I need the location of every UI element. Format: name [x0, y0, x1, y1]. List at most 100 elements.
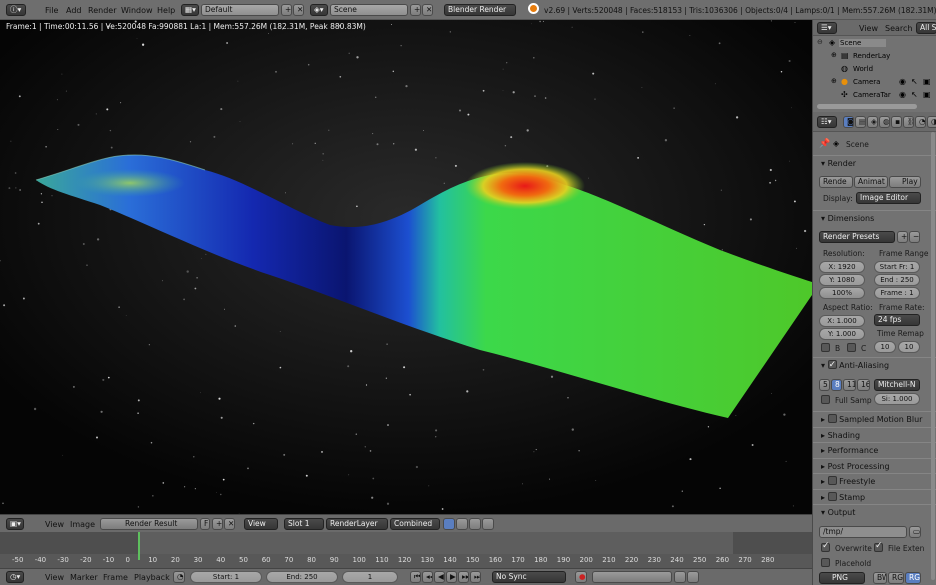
stamp-checkbox[interactable]	[827, 492, 837, 501]
add-screen-button[interactable]: +	[281, 4, 292, 16]
jump-end-button[interactable]: ⏭	[470, 571, 481, 583]
aa-filter-dropdown[interactable]: Mitchell-N	[874, 379, 920, 391]
scene-select[interactable]: Scene	[330, 4, 408, 16]
preview-range-icon[interactable]: ◔	[173, 571, 185, 583]
current-frame-field[interactable]: 1	[342, 571, 398, 583]
color-mode-rgb[interactable]: RGB	[888, 572, 904, 584]
curves-icon[interactable]	[482, 518, 494, 530]
aspect-y-field[interactable]: Y: 1.000	[819, 328, 865, 340]
timeline-view-menu[interactable]: View	[45, 573, 64, 582]
outliner-search-menu[interactable]: Search	[885, 24, 912, 33]
delete-keyframe-button[interactable]	[687, 571, 699, 583]
full-sample-checkbox[interactable]	[821, 395, 830, 404]
fake-user-button[interactable]: F	[200, 518, 210, 530]
marker-menu[interactable]: Marker	[70, 573, 98, 582]
frame-end-field[interactable]: End : 250	[874, 274, 920, 286]
anti-aliasing-panel-header[interactable]: ▾ Anti-Aliasing	[813, 357, 936, 373]
editor-type-outliner-icon[interactable]: ☰▾	[817, 22, 837, 34]
timeline[interactable]: -50 -40 -30 -20 -10 0 10 20 30 40 50 60 70 80 90 100 110…	[0, 532, 812, 568]
slot-dropdown[interactable]: Slot 1	[284, 518, 324, 530]
screen-layout-select[interactable]: Default	[201, 4, 279, 16]
editor-type-image-icon[interactable]: ▣▾	[6, 518, 24, 530]
record-button[interactable]: ●	[575, 571, 587, 583]
freestyle-checkbox[interactable]	[827, 476, 837, 485]
render-pass-dropdown[interactable]: Combined	[390, 518, 440, 530]
border-checkbox[interactable]	[821, 343, 830, 352]
add-preset-button[interactable]: +	[897, 231, 908, 243]
outliner-item-world[interactable]: ◍ World	[813, 64, 936, 76]
editor-type-info[interactable]: ⓘ▾	[6, 4, 26, 16]
jump-start-button[interactable]: ⏮	[410, 571, 421, 583]
tab-data-icon[interactable]: ◔	[915, 116, 926, 128]
scene-icon[interactable]: ◈▾	[310, 4, 328, 16]
tab-object-icon[interactable]: ▪	[891, 116, 902, 128]
file-extensions-checkbox[interactable]	[874, 541, 883, 552]
performance-panel-header[interactable]: ▸ Performance	[813, 442, 936, 457]
aa-samples-11[interactable]: 11	[843, 379, 856, 391]
overwrite-checkbox[interactable]	[821, 541, 830, 552]
color-mode-bw[interactable]: BW	[873, 572, 887, 584]
play-rendered-button[interactable]: Play	[889, 176, 921, 188]
properties-scrollbar[interactable]	[931, 132, 935, 580]
tab-physics-icon[interactable]: ◑	[927, 116, 936, 128]
outliner-item-renderlayer[interactable]: ⊕ ▤ RenderLay	[813, 51, 936, 63]
prev-keyframe-button[interactable]: ◂◂	[422, 571, 433, 583]
end-frame-field[interactable]: End: 250	[266, 571, 338, 583]
frame-rate-dropdown[interactable]: 24 fps	[874, 314, 920, 326]
aa-samples-8[interactable]: 8	[831, 379, 842, 391]
motion-blur-checkbox[interactable]	[827, 414, 837, 423]
time-remap-new-field[interactable]: 10	[898, 341, 920, 353]
resolution-y-field[interactable]: Y: 1080	[819, 274, 865, 286]
select-arrow-icon[interactable]: ↖	[911, 77, 918, 86]
outliner-item-camera[interactable]: ⊕ ● Camera ◉ ↖ ▣	[813, 77, 936, 89]
channels-icon[interactable]	[456, 518, 468, 530]
render-camera-icon[interactable]: ▣	[923, 90, 931, 99]
render-engine-select[interactable]: Blender Render	[444, 4, 516, 16]
output-path-field[interactable]: /tmp/	[819, 526, 907, 538]
menu-add[interactable]: Add	[66, 6, 82, 15]
expand-icon[interactable]: ⊖	[817, 38, 823, 46]
frame-menu[interactable]: Frame	[103, 573, 128, 582]
display-alpha-icon[interactable]	[443, 518, 455, 530]
image-name-field[interactable]: Render Result	[100, 518, 198, 530]
tab-layers-icon[interactable]: ▤	[855, 116, 866, 128]
menu-window[interactable]: Window	[121, 6, 153, 15]
view-dropdown[interactable]: View	[244, 518, 278, 530]
zoom-icon[interactable]	[469, 518, 481, 530]
dimensions-panel-header[interactable]: ▾ Dimensions	[813, 210, 936, 225]
start-frame-field[interactable]: Start: 1	[190, 571, 262, 583]
animation-button[interactable]: Animat	[854, 176, 888, 188]
outliner-item-scene[interactable]: ⊖ ◈ Scene	[813, 38, 936, 50]
new-image-button[interactable]: +	[212, 518, 223, 530]
output-panel-header[interactable]: ▾ Output	[813, 504, 936, 519]
play-reverse-button[interactable]: ◀	[434, 571, 445, 583]
select-arrow-icon[interactable]: ↖	[911, 90, 918, 99]
add-scene-button[interactable]: +	[410, 4, 421, 16]
aa-size-field[interactable]: Si: 1.000	[874, 393, 920, 405]
editor-type-timeline-icon[interactable]: ◷▾	[6, 571, 24, 583]
insert-keyframe-button[interactable]	[674, 571, 686, 583]
freestyle-panel-header[interactable]: ▸ Freestyle	[813, 473, 936, 488]
stamp-panel-header[interactable]: ▸ Stamp	[813, 489, 936, 504]
motion-blur-panel-header[interactable]: ▸ Sampled Motion Blur	[813, 411, 936, 426]
menu-help[interactable]: Help	[157, 6, 175, 15]
tab-constraints-icon[interactable]: ⛓	[903, 116, 914, 128]
placeholders-checkbox[interactable]	[821, 558, 830, 567]
expand-icon[interactable]: ⊕	[831, 51, 837, 59]
resolution-x-field[interactable]: X: 1920	[819, 261, 865, 273]
menu-render[interactable]: Render	[88, 6, 116, 15]
render-panel-header[interactable]: ▾ Render	[813, 155, 936, 170]
anti-aliasing-checkbox[interactable]	[827, 358, 837, 373]
display-mode-dropdown[interactable]: Image Editor	[856, 192, 921, 204]
post-processing-panel-header[interactable]: ▸ Post Processing	[813, 458, 936, 473]
tab-scene-icon[interactable]: ◈	[867, 116, 878, 128]
time-remap-old-field[interactable]: 10	[874, 341, 896, 353]
file-format-dropdown[interactable]: PNG	[819, 572, 865, 584]
next-keyframe-button[interactable]: ▸▸	[458, 571, 469, 583]
keying-set-field[interactable]	[592, 571, 672, 583]
screen-layout-icon[interactable]: ▦▾	[181, 4, 199, 16]
tab-world-icon[interactable]: ◍	[879, 116, 890, 128]
editor-type-properties-icon[interactable]: ☷▾	[817, 116, 837, 128]
outliner-item-cameratarget[interactable]: ✣ CameraTar ◉ ↖ ▣	[813, 90, 936, 102]
expand-icon[interactable]: ⊕	[831, 77, 837, 85]
